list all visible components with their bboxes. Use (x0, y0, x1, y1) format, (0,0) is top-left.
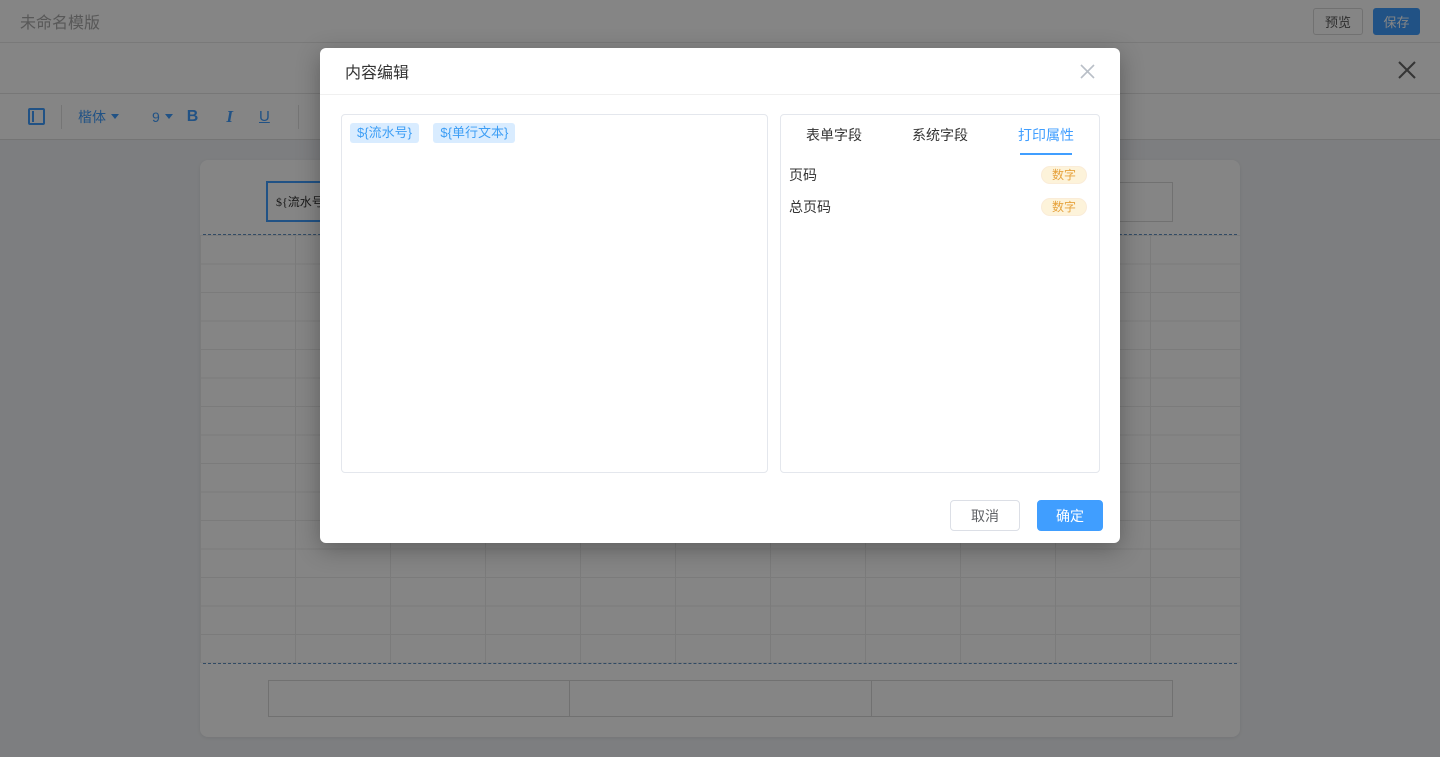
tab-system-fields[interactable]: 系统字段 (887, 115, 993, 155)
field-picker-panel: 表单字段 系统字段 打印属性 页码 数字 总页码 数字 (780, 114, 1100, 473)
cancel-button[interactable]: 取消 (950, 500, 1020, 531)
dialog-header: 内容编辑 (320, 48, 1120, 95)
screen: 未命名模版 预览 保存 楷体 9 B I U ${流水号} (0, 0, 1440, 757)
tab-bar: 表单字段 系统字段 打印属性 (781, 115, 1099, 155)
close-icon[interactable] (1079, 63, 1096, 80)
content-editor-area[interactable]: ${流水号} ${单行文本} (341, 114, 768, 473)
tab-form-fields[interactable]: 表单字段 (781, 115, 887, 155)
tab-print-properties[interactable]: 打印属性 (993, 115, 1099, 155)
list-item-total-pages[interactable]: 总页码 数字 (781, 191, 1099, 223)
confirm-button[interactable]: 确定 (1037, 500, 1103, 531)
content-edit-dialog: 内容编辑 ${流水号} ${单行文本} 表单字段 系统字段 打印属性 页码 数字 (320, 48, 1120, 543)
field-chip[interactable]: ${单行文本} (433, 123, 515, 143)
list-item-page-number[interactable]: 页码 数字 (781, 159, 1099, 191)
field-chip[interactable]: ${流水号} (350, 123, 419, 143)
dialog-footer: 取消 确定 (950, 500, 1103, 531)
field-label: 总页码 (789, 197, 831, 217)
field-label: 页码 (789, 165, 817, 185)
dialog-title: 内容编辑 (345, 59, 409, 83)
type-badge: 数字 (1041, 166, 1087, 184)
type-badge: 数字 (1041, 198, 1087, 216)
field-list: 页码 数字 总页码 数字 (781, 155, 1099, 227)
